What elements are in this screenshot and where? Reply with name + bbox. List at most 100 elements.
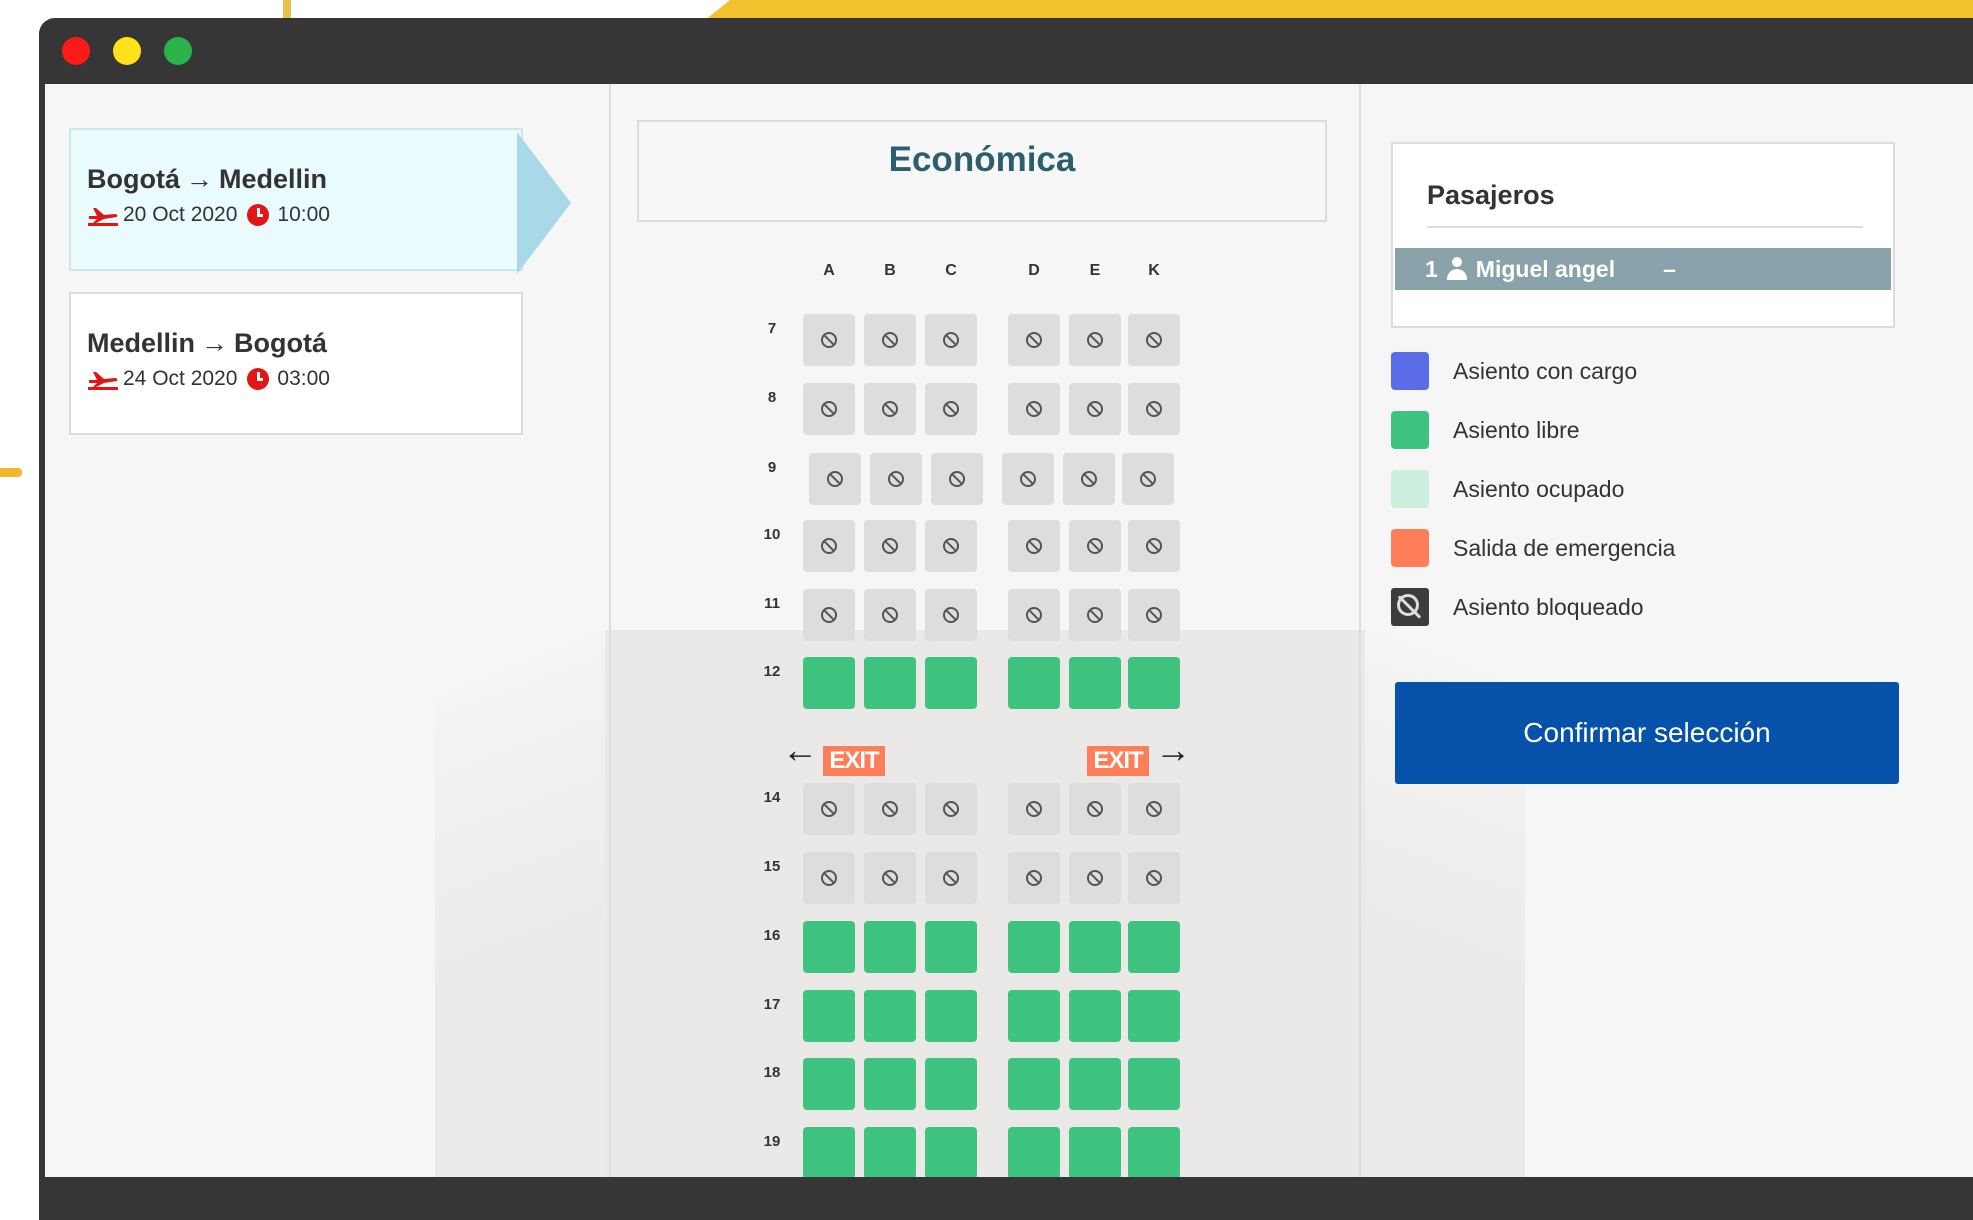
seat-blocked	[1122, 453, 1174, 505]
flight-route: Medellin → Bogotá	[87, 328, 521, 359]
seat-blocked	[1128, 589, 1180, 641]
legend-item-free: Asiento libre	[1391, 411, 1580, 449]
seat-free[interactable]	[1069, 657, 1121, 709]
seat-blocked	[925, 520, 977, 572]
seat-blocked	[864, 852, 916, 904]
seat-free[interactable]	[1128, 657, 1180, 709]
blocked-icon	[882, 607, 898, 623]
seat-free[interactable]	[864, 1127, 916, 1177]
seat-free[interactable]	[864, 990, 916, 1042]
seat-free[interactable]	[1069, 1058, 1121, 1110]
seat-free[interactable]	[1008, 921, 1060, 973]
seat-free[interactable]	[803, 1058, 855, 1110]
background-band	[605, 630, 1365, 1177]
seat-blocked	[1069, 589, 1121, 641]
seat-blocked	[925, 314, 977, 366]
seat-free[interactable]	[803, 657, 855, 709]
blocked-icon	[1026, 870, 1042, 886]
row-label: 18	[763, 1064, 781, 1081]
minimize-window-button[interactable]	[113, 37, 141, 65]
seat-free[interactable]	[1008, 1127, 1060, 1177]
seat-blocked	[925, 783, 977, 835]
seat-free[interactable]	[1008, 657, 1060, 709]
arrow-left-icon: ←	[782, 729, 818, 770]
blocked-seat-icon	[1391, 588, 1429, 626]
seat-blocked	[1069, 852, 1121, 904]
blocked-icon	[1026, 332, 1042, 348]
bottom-bar	[39, 1177, 1973, 1220]
blocked-icon	[943, 801, 959, 817]
close-window-button[interactable]	[62, 37, 90, 65]
row-label: 16	[763, 927, 781, 944]
passenger-seat: –	[1663, 255, 1676, 282]
blocked-icon	[1026, 538, 1042, 554]
seat-blocked	[864, 589, 916, 641]
seat-free[interactable]	[803, 1127, 855, 1177]
left-divider	[609, 84, 611, 1177]
seat-blocked	[803, 589, 855, 641]
blocked-icon	[1026, 801, 1042, 817]
blocked-icon	[888, 471, 904, 487]
seat-free[interactable]	[864, 921, 916, 973]
clock-icon	[247, 204, 270, 226]
seat-free[interactable]	[864, 1058, 916, 1110]
seat-free[interactable]	[925, 990, 977, 1042]
seat-blocked	[803, 314, 855, 366]
blocked-icon	[1026, 607, 1042, 623]
row-label: 17	[763, 996, 781, 1013]
seat-blocked	[864, 314, 916, 366]
seat-free[interactable]	[1069, 1127, 1121, 1177]
blocked-icon	[827, 471, 843, 487]
flight-route: Bogotá → Medellin	[87, 164, 521, 195]
blocked-icon	[882, 801, 898, 817]
blocked-icon	[882, 332, 898, 348]
seat-free[interactable]	[1069, 990, 1121, 1042]
seat-free[interactable]	[1128, 1127, 1180, 1177]
seat-blocked	[864, 783, 916, 835]
seat-blocked	[803, 520, 855, 572]
blocked-icon	[882, 870, 898, 886]
seat-free[interactable]	[925, 921, 977, 973]
confirm-selection-button[interactable]: Confirmar selección	[1395, 682, 1899, 784]
seat-free[interactable]	[864, 657, 916, 709]
blocked-icon	[821, 401, 837, 417]
blocked-icon	[943, 870, 959, 886]
row-label: 12	[763, 663, 781, 680]
legend-label: Asiento bloqueado	[1453, 593, 1644, 620]
column-label: K	[1148, 262, 1160, 279]
seat-blocked	[809, 453, 861, 505]
blocked-icon	[882, 401, 898, 417]
seat-blocked	[803, 783, 855, 835]
column-label: E	[1089, 262, 1101, 279]
passengers-title: Pasajeros	[1427, 180, 1555, 210]
blocked-icon	[1087, 332, 1103, 348]
seat-free[interactable]	[1008, 990, 1060, 1042]
flight-card-return[interactable]: Medellin → Bogotá 24 Oct 2020 03:00	[69, 292, 523, 435]
blocked-icon	[821, 801, 837, 817]
blocked-icon	[1081, 471, 1097, 487]
seat-blocked	[1008, 520, 1060, 572]
occupied-seat-swatch	[1391, 470, 1429, 508]
seat-free[interactable]	[925, 657, 977, 709]
origin-city: Medellin	[87, 328, 196, 358]
legend-item-emergency-exit: Salida de emergencia	[1391, 529, 1675, 567]
seat-blocked	[1128, 783, 1180, 835]
seat-free[interactable]	[925, 1058, 977, 1110]
seat-free[interactable]	[1128, 1058, 1180, 1110]
seat-blocked	[1063, 453, 1115, 505]
legend-label: Asiento con cargo	[1453, 357, 1638, 384]
seat-free[interactable]	[1128, 990, 1180, 1042]
seat-free[interactable]	[1069, 921, 1121, 973]
seat-free[interactable]	[1008, 1058, 1060, 1110]
legend-item-blocked: Asiento bloqueado	[1391, 588, 1644, 626]
seat-free[interactable]	[803, 921, 855, 973]
maximize-window-button[interactable]	[164, 37, 192, 65]
seat-free[interactable]	[803, 990, 855, 1042]
seat-free[interactable]	[925, 1127, 977, 1177]
blocked-icon	[821, 332, 837, 348]
passenger-row[interactable]: 1 Miguel angel –	[1395, 248, 1891, 290]
flight-card-outbound[interactable]: Bogotá → Medellin 20 Oct 2020 10:00	[69, 128, 523, 271]
seat-free[interactable]	[1128, 921, 1180, 973]
blocked-icon	[1087, 870, 1103, 886]
seat-blocked	[864, 520, 916, 572]
